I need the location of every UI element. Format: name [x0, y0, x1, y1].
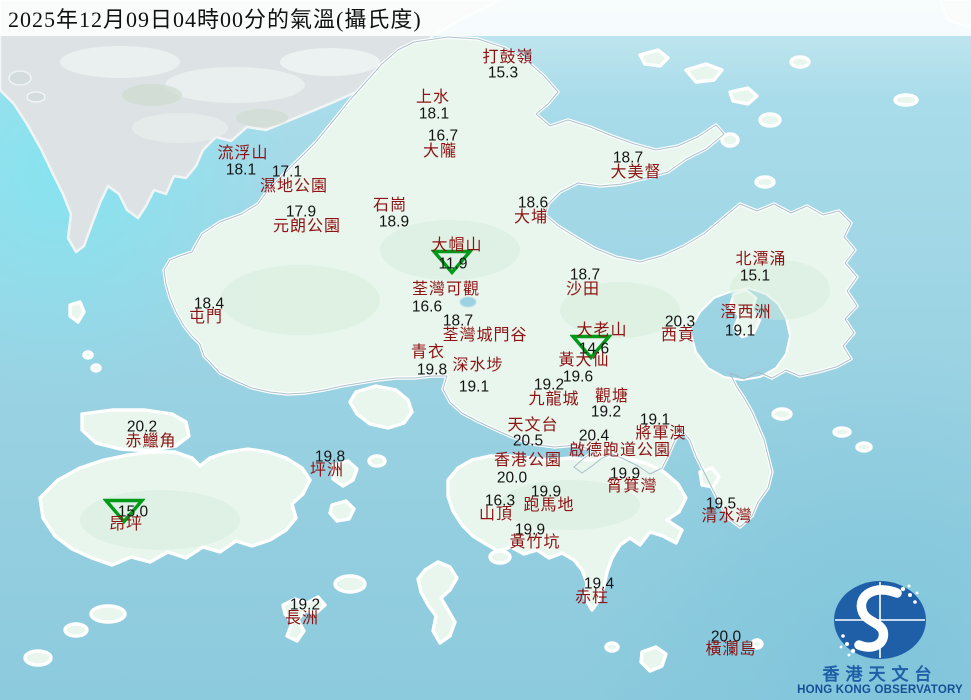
station-name: 大美督 — [610, 165, 661, 181]
hko-logo-english: HONG KONG OBSERVATORY — [795, 684, 965, 698]
station-name: 啟德跑道公園 — [569, 443, 671, 459]
station-temp-value: 20.0 — [497, 470, 527, 486]
station-temp-value: 19.1 — [725, 323, 755, 339]
station-temp-value: 20.5 — [513, 433, 543, 449]
station-name: 大帽山 — [431, 238, 482, 254]
station-temp-value: 19.1 — [459, 379, 489, 395]
station-name: 青衣 — [411, 345, 445, 361]
station-name: 橫瀾島 — [705, 642, 756, 658]
station-name: 將軍澳 — [635, 426, 686, 442]
station-temp-value: 15.1 — [740, 268, 770, 284]
station-name: 觀塘 — [595, 389, 629, 405]
station-temp-value: 19.2 — [591, 404, 621, 420]
station-name: 赤鱲角 — [125, 434, 176, 450]
station-name: 昂坪 — [109, 517, 143, 533]
station-name: 流浮山 — [217, 146, 268, 162]
station-temp-value: 18.1 — [226, 162, 256, 178]
page-title: 2025年12月09日04時00分的氣溫(攝氏度) — [0, 2, 422, 34]
station-name: 九龍城 — [528, 392, 579, 408]
hko-logo-chinese: 香港天文台 — [795, 666, 965, 685]
station-name: 大埔 — [514, 210, 548, 226]
temperature-map-page: 15.3打鼓嶺18.1上水16.7大隴18.1流浮山17.1濕地公園17.9元朗… — [0, 0, 971, 700]
hko-logo: 香港天文台 HONG KONG OBSERVATORY — [795, 576, 965, 698]
station-name: 黃竹坑 — [509, 535, 560, 551]
station-name: 沙田 — [566, 282, 600, 298]
station-name: 跑馬地 — [523, 498, 574, 514]
title-bar: 2025年12月09日04時00分的氣溫(攝氏度) — [0, 0, 971, 36]
station-name: 大隴 — [423, 144, 457, 160]
station-temp-value: 11.9 — [438, 256, 467, 272]
station-name: 北潭涌 — [735, 252, 786, 268]
station-name: 深水埗 — [452, 358, 503, 374]
hko-logo-icon — [820, 576, 940, 664]
station-temp-value: 16.7 — [428, 128, 458, 144]
station-name: 濕地公園 — [260, 179, 328, 195]
station-temp-value: 15.3 — [488, 65, 518, 81]
station-name: 荃灣可觀 — [412, 282, 480, 298]
station-temp-value: 19.6 — [563, 369, 593, 385]
station-name: 天文台 — [507, 418, 558, 434]
station-name: 滘西洲 — [720, 305, 771, 321]
station-temp-value: 18.9 — [379, 214, 409, 230]
station-temp-value: 18.1 — [419, 106, 449, 122]
station-name: 山頂 — [479, 507, 513, 523]
station-name: 石崗 — [373, 198, 407, 214]
station-name: 上水 — [416, 90, 450, 106]
station-name: 大老山 — [576, 323, 627, 339]
station-name: 坪洲 — [310, 463, 344, 479]
station-name: 元朗公園 — [273, 219, 341, 235]
station-temp-value: 16.6 — [412, 299, 442, 315]
station-name: 黃大仙 — [558, 353, 609, 369]
station-name: 荃灣城門谷 — [442, 328, 527, 344]
station-name: 屯門 — [189, 310, 223, 326]
station-name: 打鼓嶺 — [482, 50, 533, 66]
station-name: 筲箕灣 — [606, 479, 657, 495]
station-name: 長洲 — [285, 611, 319, 627]
station-temp-value: 19.8 — [417, 362, 447, 378]
station-name: 西貢 — [661, 328, 695, 344]
station-name: 清水灣 — [701, 509, 752, 525]
station-name: 赤柱 — [575, 590, 609, 606]
station-name: 香港公園 — [494, 453, 562, 469]
